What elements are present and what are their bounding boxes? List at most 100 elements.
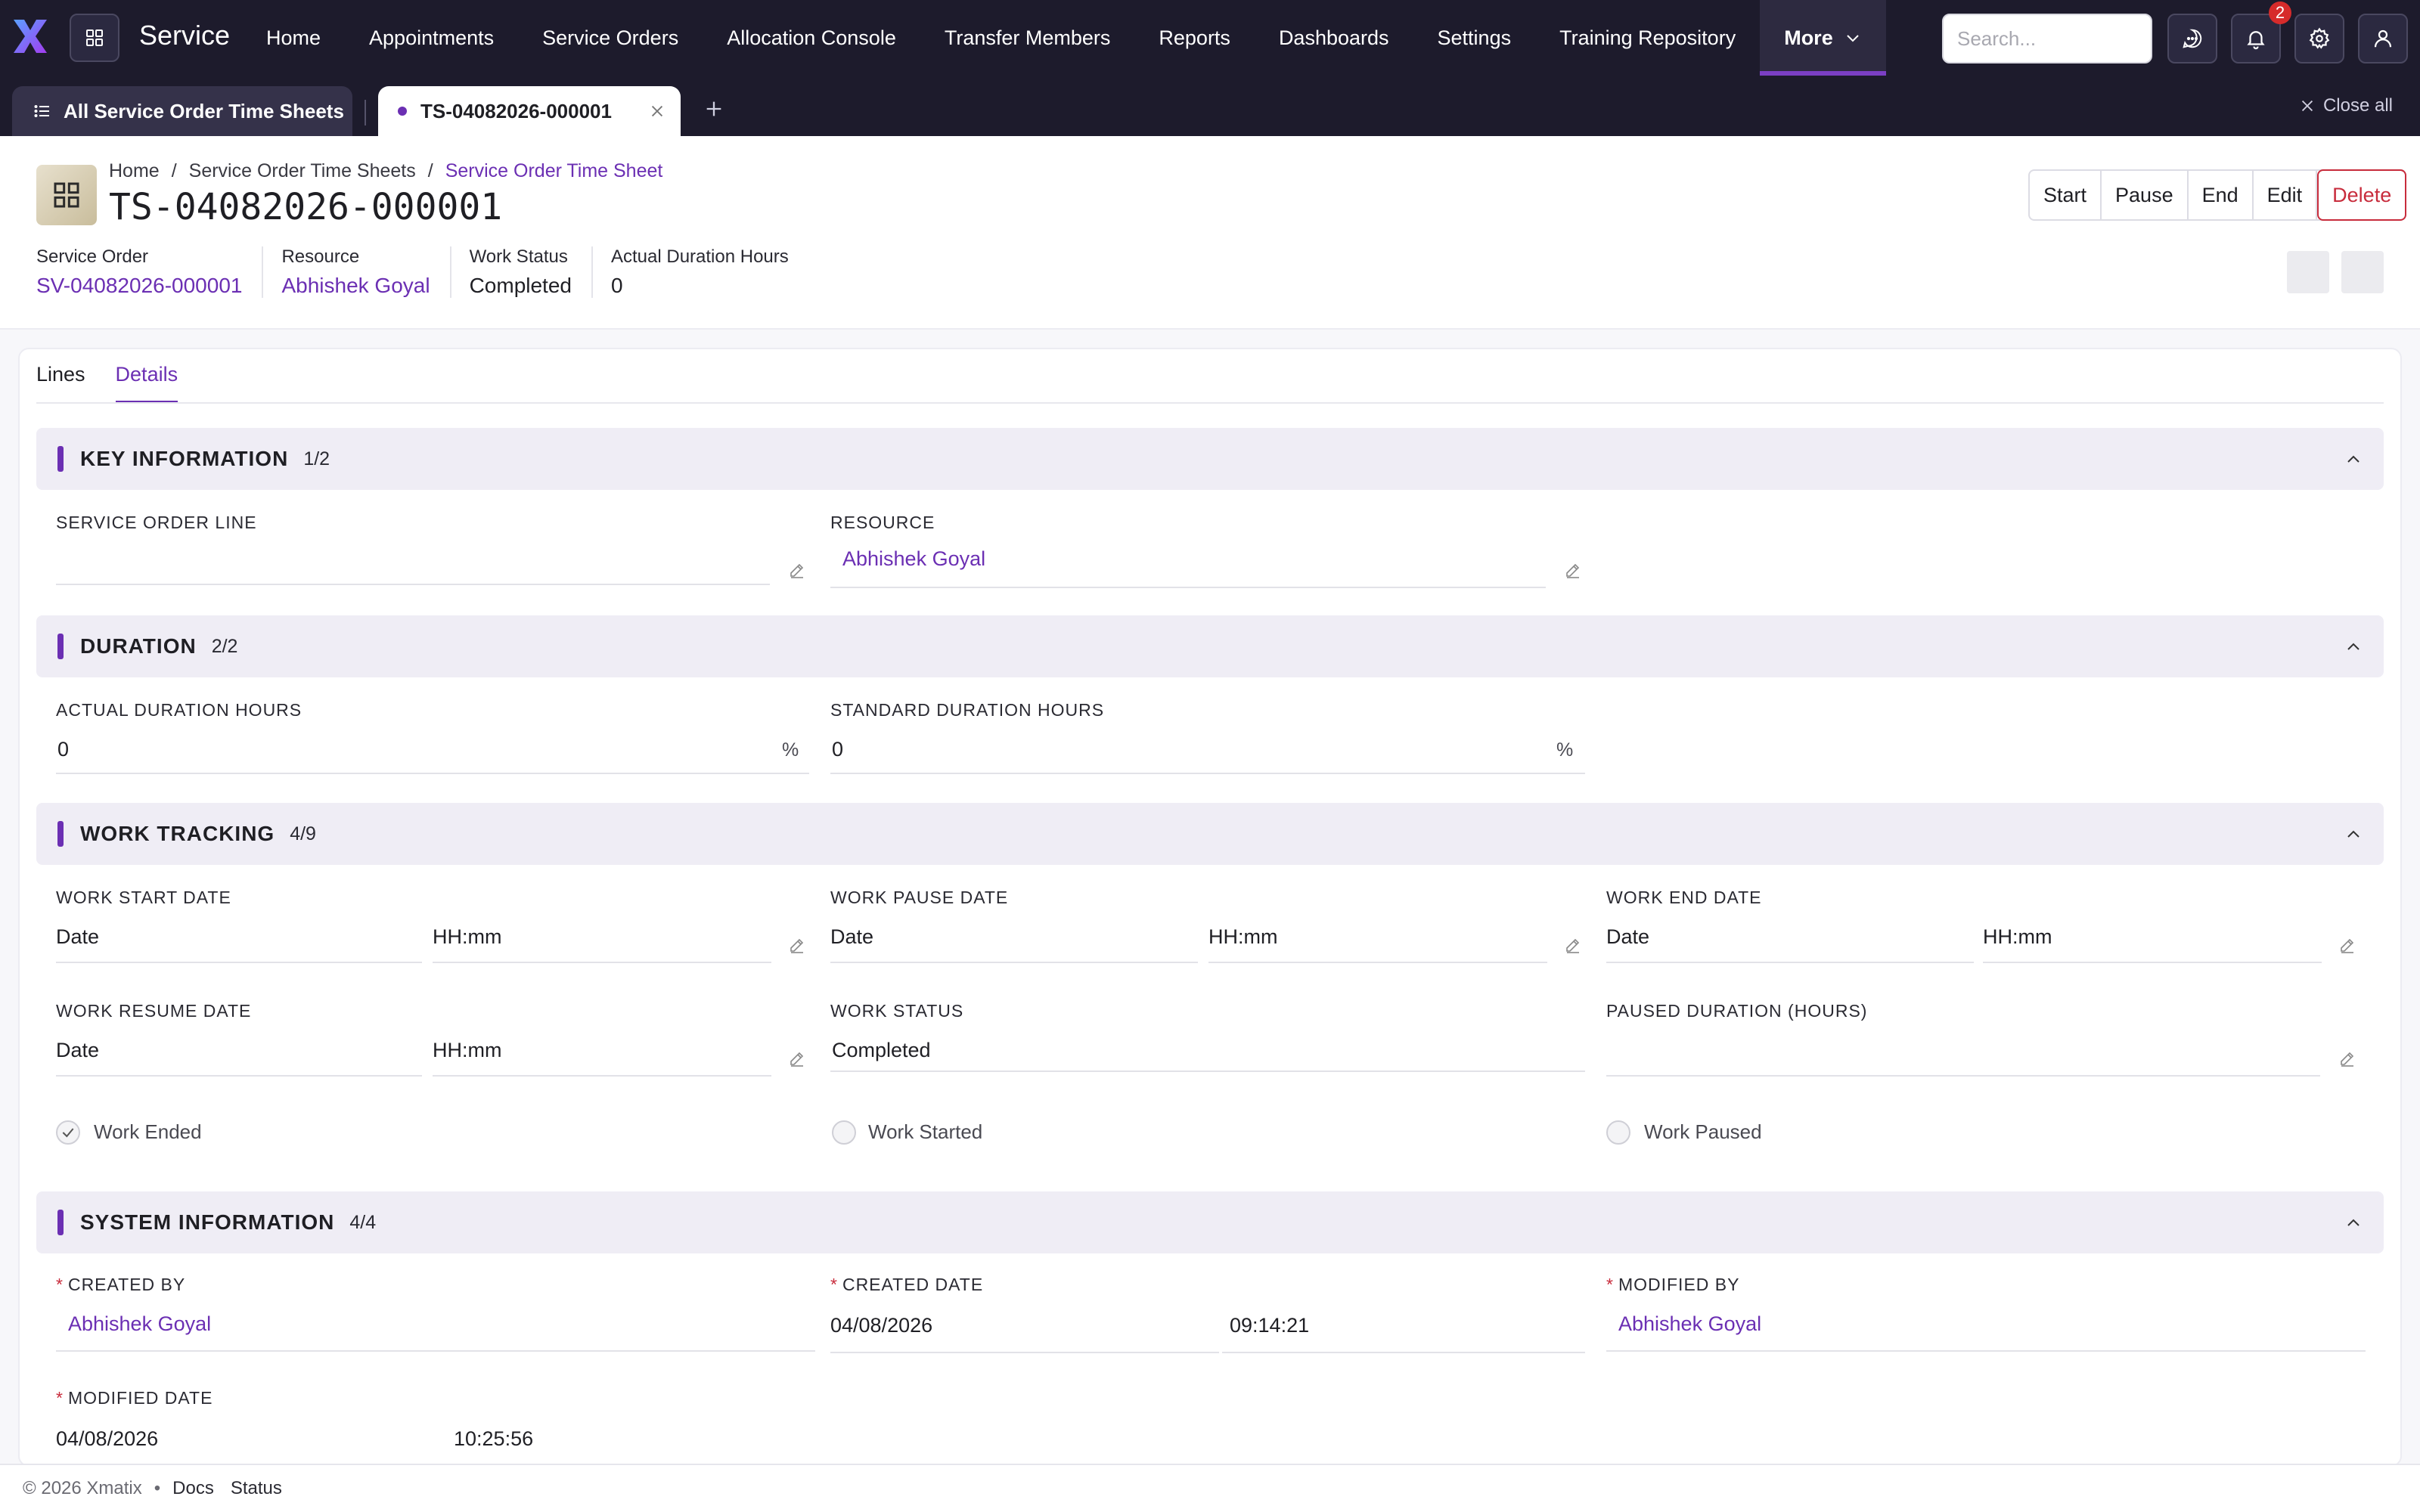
standard-duration-input[interactable]: 0 [832, 738, 843, 761]
resource-link[interactable]: Abhishek Goyal [281, 274, 430, 298]
chevron-up-icon[interactable] [2344, 451, 2363, 469]
add-tab-icon[interactable] [703, 98, 724, 119]
nav-item-training-repository[interactable]: Training Repository [1535, 0, 1760, 76]
delete-button[interactable]: Delete [2317, 169, 2407, 221]
section-system-information[interactable]: SYSTEM INFORMATION 4/4 [36, 1191, 2384, 1253]
search-input[interactable] [1944, 15, 2151, 62]
section-work-tracking[interactable]: WORK TRACKING 4/9 [36, 803, 2384, 865]
edit-button[interactable]: Edit [2254, 171, 2318, 219]
xmatix-logo[interactable] [11, 17, 50, 56]
pause-button[interactable]: Pause [2102, 171, 2189, 219]
work-started-checkbox[interactable] [832, 1120, 856, 1145]
chevron-up-icon[interactable] [2344, 1214, 2363, 1232]
nav-item-appointments[interactable]: Appointments [345, 0, 518, 76]
field-underline [56, 1350, 815, 1352]
app-launcher-button[interactable] [70, 14, 119, 62]
end-button[interactable]: End [2189, 171, 2254, 219]
tab-record[interactable]: TS-04082026-000001 [378, 86, 681, 136]
nav-item-transfer-members[interactable]: Transfer Members [920, 0, 1135, 76]
pencil-icon[interactable] [788, 1049, 806, 1067]
header-placeholder-button[interactable] [2341, 251, 2384, 293]
nav-item-allocation-console[interactable]: Allocation Console [703, 0, 920, 76]
created-by-link[interactable]: Abhishek Goyal [68, 1312, 211, 1336]
breadcrumb-home[interactable]: Home [109, 160, 160, 182]
pencil-icon[interactable] [1564, 936, 1582, 954]
close-all-tabs-button[interactable]: Close all [2299, 95, 2393, 116]
breadcrumb-separator: / [171, 160, 177, 181]
field-underline [1222, 1352, 1585, 1353]
work-status-field[interactable]: Completed [832, 1039, 931, 1062]
list-icon [34, 105, 49, 117]
paused-duration-input[interactable] [1606, 1039, 2317, 1069]
required-asterisk: * [56, 1275, 64, 1294]
settings-button[interactable] [2294, 14, 2344, 64]
chat-icon [2183, 29, 2202, 48]
work-start-time-input[interactable]: HH:mm [433, 925, 501, 949]
required-asterisk: * [56, 1388, 64, 1408]
work-ended-checkbox[interactable] [56, 1120, 80, 1145]
field-underline [56, 1075, 422, 1077]
field-underline [56, 962, 422, 963]
chevron-up-icon[interactable] [2344, 638, 2363, 656]
work-end-date-input[interactable]: Date [1606, 925, 1649, 949]
tab-all-time-sheets[interactable]: All Service Order Time Sheets [12, 86, 352, 136]
nav-more-menu[interactable]: More [1760, 0, 1886, 76]
pencil-icon[interactable] [788, 936, 806, 954]
summary-value: Completed [469, 274, 572, 297]
unsaved-dot-icon [398, 107, 407, 116]
user-profile-button[interactable] [2358, 14, 2408, 64]
nav-item-settings[interactable]: Settings [1413, 0, 1536, 76]
field-label-text: CREATED DATE [842, 1275, 984, 1294]
resource-field[interactable]: Abhishek Goyal [842, 547, 985, 571]
start-button[interactable]: Start [2030, 171, 2102, 219]
work-resume-time-input[interactable]: HH:mm [433, 1039, 501, 1062]
created-time-value: 09:14:21 [1230, 1314, 1310, 1337]
field-underline [433, 1075, 771, 1077]
tab-divider [365, 100, 366, 125]
pencil-icon[interactable] [788, 561, 806, 579]
section-duration[interactable]: DURATION 2/2 [36, 615, 2384, 677]
nav-item-service-orders[interactable]: Service Orders [518, 0, 703, 76]
tab-record-label: TS-04082026-000001 [420, 99, 612, 122]
status-link[interactable]: Status [231, 1478, 282, 1499]
tab-details[interactable]: Details [115, 363, 178, 404]
service-order-line-field[interactable] [56, 549, 767, 579]
pencil-icon[interactable] [2338, 936, 2356, 954]
chevron-up-icon[interactable] [2344, 826, 2363, 844]
tab-lines[interactable]: Lines [36, 363, 85, 404]
pencil-icon[interactable] [2338, 1049, 2356, 1067]
record-subtabs: Lines Details [36, 363, 208, 404]
field-label: WORK PAUSE DATE [830, 888, 1009, 907]
grid-icon [86, 29, 103, 46]
section-accent-bar [57, 821, 64, 847]
modified-by-link[interactable]: Abhishek Goyal [1618, 1312, 1761, 1336]
summary-service-order: Service Order SV-04082026-000001 [36, 246, 264, 298]
close-all-label: Close all [2322, 95, 2393, 116]
work-pause-time-input[interactable]: HH:mm [1208, 925, 1277, 949]
work-paused-checkbox[interactable] [1606, 1120, 1630, 1145]
field-underline [830, 773, 1585, 774]
breadcrumb-list[interactable]: Service Order Time Sheets [189, 160, 416, 182]
work-resume-date-input[interactable]: Date [56, 1039, 99, 1062]
pencil-icon[interactable] [1564, 561, 1582, 579]
section-key-information[interactable]: KEY INFORMATION 1/2 [36, 428, 2384, 490]
header-placeholder-button[interactable] [2287, 251, 2329, 293]
nav-item-reports[interactable]: Reports [1134, 0, 1255, 76]
work-pause-date-input[interactable]: Date [830, 925, 873, 949]
record-summary: Service Order SV-04082026-000001 Resourc… [36, 246, 827, 298]
breadcrumb: Home / Service Order Time Sheets / Servi… [109, 160, 662, 182]
service-order-link[interactable]: SV-04082026-000001 [36, 274, 242, 298]
field-underline [56, 773, 809, 774]
actual-duration-input[interactable]: 0 [57, 738, 69, 761]
docs-link[interactable]: Docs [172, 1478, 214, 1499]
breadcrumb-separator: / [427, 160, 433, 181]
work-start-date-input[interactable]: Date [56, 925, 99, 949]
close-tab-icon[interactable] [649, 103, 666, 119]
summary-actual-duration: Actual Duration Hours 0 [611, 246, 808, 298]
chat-button[interactable] [2167, 14, 2217, 64]
work-end-time-input[interactable]: HH:mm [1983, 925, 2052, 949]
field-label: * CREATED BY [56, 1275, 185, 1295]
nav-item-dashboards[interactable]: Dashboards [1255, 0, 1413, 76]
nav-item-home[interactable]: Home [242, 0, 345, 76]
checkbox-label: Work Ended [94, 1120, 202, 1143]
